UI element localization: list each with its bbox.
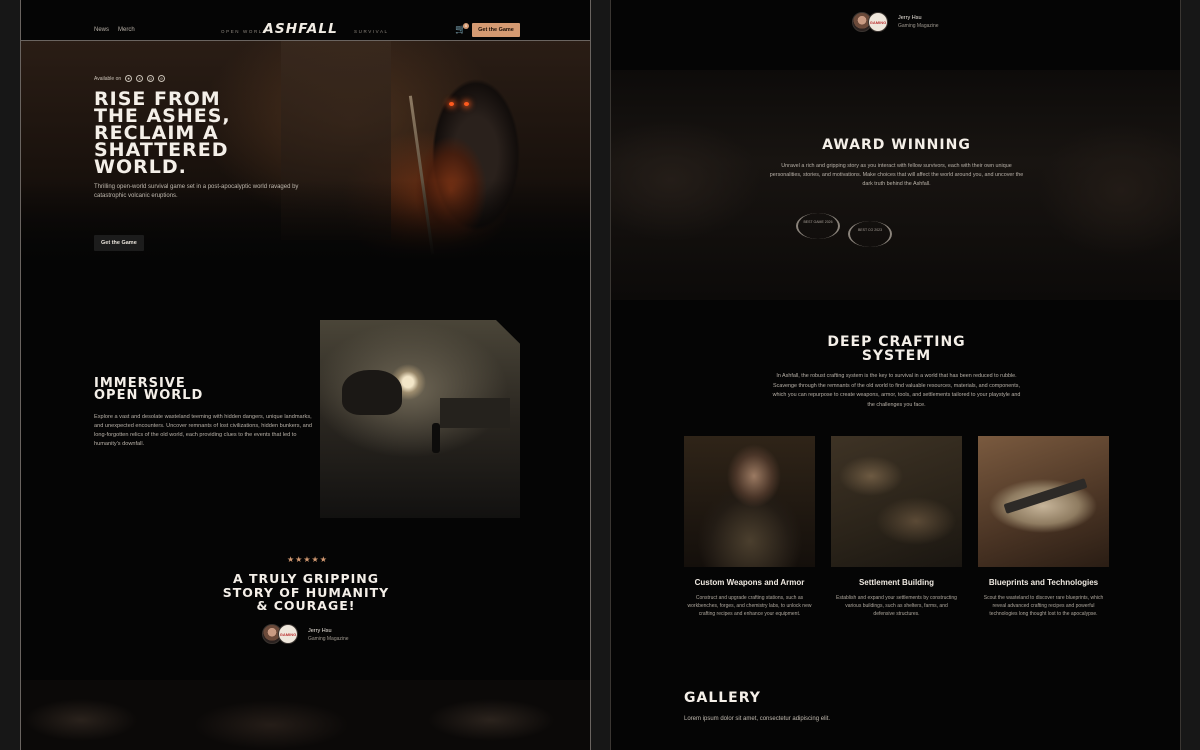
feature-desc-weapons: Construct and upgrade crafting stations,…: [687, 595, 812, 617]
award-badge-laurel: BEST GAME 2026: [796, 213, 840, 239]
custom-weapons-image: [684, 436, 815, 567]
reviewer-name: Jerry Hsu: [308, 628, 332, 634]
ashfall-logo[interactable]: ASHFALL: [263, 22, 338, 37]
playstation-icon[interactable]: p: [147, 75, 155, 82]
reviewer-name: Jerry Hsu: [898, 15, 922, 21]
available-on-label: Available on: [94, 75, 122, 82]
nav-link-merch[interactable]: Merch: [118, 27, 135, 33]
nav-tag-survival: SURVIVAL: [354, 29, 389, 34]
award-body: Unravel a rich and gripping story as you…: [769, 163, 1024, 187]
available-on-row: Available on ● x p e: [94, 75, 166, 82]
survivor-silhouette: [432, 423, 440, 453]
reviewer-publication: Gaming Magazine: [308, 636, 349, 642]
gallery-body: Lorem ipsum dolor sit amet, consectetur …: [684, 716, 831, 722]
review-quote-line: A TRULY GRIPPING: [233, 571, 379, 586]
nav-link-news[interactable]: News: [94, 27, 109, 33]
review-quote-line: STORY OF HUMANITY: [222, 584, 390, 600]
hero-headline: RISE FROM THE ASHES, RECLAIM A SHATTERED…: [94, 90, 334, 178]
settlement-building-image: [831, 436, 962, 567]
open-world-heading-line: OPEN WORLD: [94, 388, 204, 403]
open-world-body: Explore a vast and desolate wasteland te…: [94, 414, 312, 447]
award-heading: AWARD WINNING: [822, 137, 971, 153]
magazine-logo: GAMING: [278, 624, 298, 644]
review-quote-line: & COURAGE!: [256, 598, 356, 613]
hero-subtitle: Thrilling open-world survival game set i…: [94, 184, 299, 199]
gallery-heading: GALLERY: [684, 690, 761, 706]
rating-stars: ★★★★★: [287, 555, 328, 564]
cart-count-badge: 0: [463, 23, 469, 29]
feature-desc-blueprints: Scout the wasteland to discover rare blu…: [983, 595, 1104, 617]
nav-tag-open-world: OPEN WORLD: [221, 29, 268, 34]
landing-page-right: GAMING Jerry Hsu Gaming Magazine AWARD W…: [610, 0, 1181, 750]
review-quote: A TRULY GRIPPING STORY OF HUMANITY & COU…: [161, 572, 451, 613]
hero-headline-line: WORLD.: [94, 156, 187, 178]
creature-silhouette: [342, 370, 402, 415]
crafting-heading: DEEP CRAFTING SYSTEM: [611, 334, 1180, 364]
open-world-heading: IMMERSIVE OPEN WORLD: [94, 377, 204, 403]
nav-divider: [21, 40, 590, 41]
nav-get-game-button[interactable]: Get the Game: [472, 23, 520, 37]
award-badge-laurel: BEST CO 2023: [848, 221, 892, 247]
open-world-image: [320, 320, 520, 518]
rifle-shape: [1003, 478, 1088, 514]
blueprints-image: [978, 436, 1109, 567]
feature-title-settlement: Settlement Building: [858, 578, 935, 587]
crafting-heading-line: SYSTEM: [861, 348, 932, 364]
steam-icon[interactable]: ●: [125, 75, 133, 82]
feature-desc-settlement: Establish and expand your settlements by…: [836, 595, 957, 617]
magazine-logo: GAMING: [868, 12, 888, 32]
hero-get-game-button[interactable]: Get the Game: [94, 235, 144, 251]
landing-page-left: News Merch OPEN WORLD ASHFALL SURVIVAL 🛒…: [20, 0, 591, 750]
crafting-heading-line: DEEP CRAFTING: [827, 334, 966, 350]
glowing-eye-left: [449, 102, 454, 106]
house-silhouette: [440, 398, 510, 428]
epic-icon[interactable]: e: [158, 75, 166, 82]
feature-title-blueprints: Blueprints and Technologies: [988, 578, 1099, 587]
reviewer-publication: Gaming Magazine: [898, 23, 939, 29]
xbox-icon[interactable]: x: [136, 75, 144, 82]
feature-title-weapons: Custom Weapons and Armor: [694, 578, 805, 587]
footer-grunge-image: [21, 680, 590, 750]
glowing-eye-right: [464, 102, 469, 106]
crafting-body: In Ashfall, the robust crafting system i…: [772, 373, 1021, 408]
